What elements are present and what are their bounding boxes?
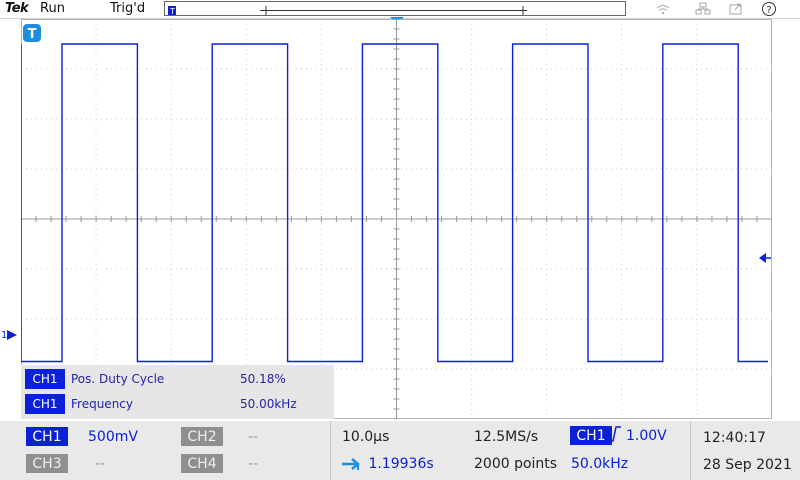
graticule	[21, 19, 772, 419]
measurement-row[interactable]: CH1 Pos. Duty Cycle 50.18%	[21, 367, 334, 389]
help-icon[interactable]: ?	[760, 1, 778, 16]
trigger-level[interactable]: 1.00V	[626, 428, 667, 444]
measurement-row[interactable]: CH1 Frequency 50.00kHz	[21, 392, 334, 414]
measurement-channel: CH1	[25, 369, 65, 389]
wifi-icon[interactable]	[654, 1, 672, 16]
measurement-value: 50.18%	[240, 372, 286, 386]
ch1-scale[interactable]: 500mV	[88, 429, 138, 445]
ch4-scale: --	[248, 456, 259, 472]
run-state[interactable]: Run	[40, 1, 65, 16]
svg-text:T: T	[28, 27, 37, 42]
sample-rate: 12.5MS/s	[474, 429, 539, 445]
trigger-icon[interactable]: T	[23, 24, 41, 42]
trigger-source[interactable]: CH1	[570, 426, 612, 445]
measurement-name: Frequency	[71, 397, 133, 411]
export-icon[interactable]	[727, 1, 745, 16]
ch1-waveform-trace	[21, 43, 768, 363]
ch2-scale: --	[248, 429, 259, 445]
trigger-frequency: 50.0kHz	[571, 456, 629, 472]
measurement-name: Pos. Duty Cycle	[71, 372, 165, 386]
measurement-panel[interactable]: CH1 Pos. Duty Cycle 50.18% CH1 Frequency…	[21, 365, 334, 419]
ch3-button[interactable]: CH3	[26, 454, 68, 473]
record-view-bar[interactable]: T	[164, 1, 626, 16]
record-length[interactable]: 2000 points	[474, 456, 557, 472]
timebase[interactable]: 10.0µs	[342, 429, 389, 445]
ch2-button[interactable]: CH2	[181, 427, 223, 446]
horizontal-delay[interactable]: 1.19936s	[342, 456, 434, 472]
delay-arrow-icon	[342, 458, 360, 470]
ch1-button[interactable]: CH1	[26, 427, 68, 446]
ch1-ground-marker[interactable]: 1	[1, 330, 18, 341]
svg-text:T: T	[169, 7, 175, 16]
network-icon[interactable]	[694, 1, 712, 16]
clock-time: 12:40:17	[703, 430, 766, 446]
brand-logo: Tek	[5, 1, 29, 16]
measurement-value: 50.00kHz	[240, 397, 297, 411]
waveform-display[interactable]	[21, 19, 772, 419]
bottom-status-panel: CH1 500mV CH2 -- CH3 -- CH4 -- 10.0µs 1.…	[0, 421, 800, 480]
ch3-scale: --	[95, 456, 106, 472]
ch4-button[interactable]: CH4	[181, 454, 223, 473]
trigger-level-marker[interactable]	[759, 253, 771, 263]
clock-date: 28 Sep 2021	[703, 457, 792, 473]
measurement-channel: CH1	[25, 394, 65, 414]
svg-text:?: ?	[766, 5, 771, 16]
trigger-state: Trig'd	[110, 1, 146, 16]
rising-edge-icon	[608, 426, 621, 442]
